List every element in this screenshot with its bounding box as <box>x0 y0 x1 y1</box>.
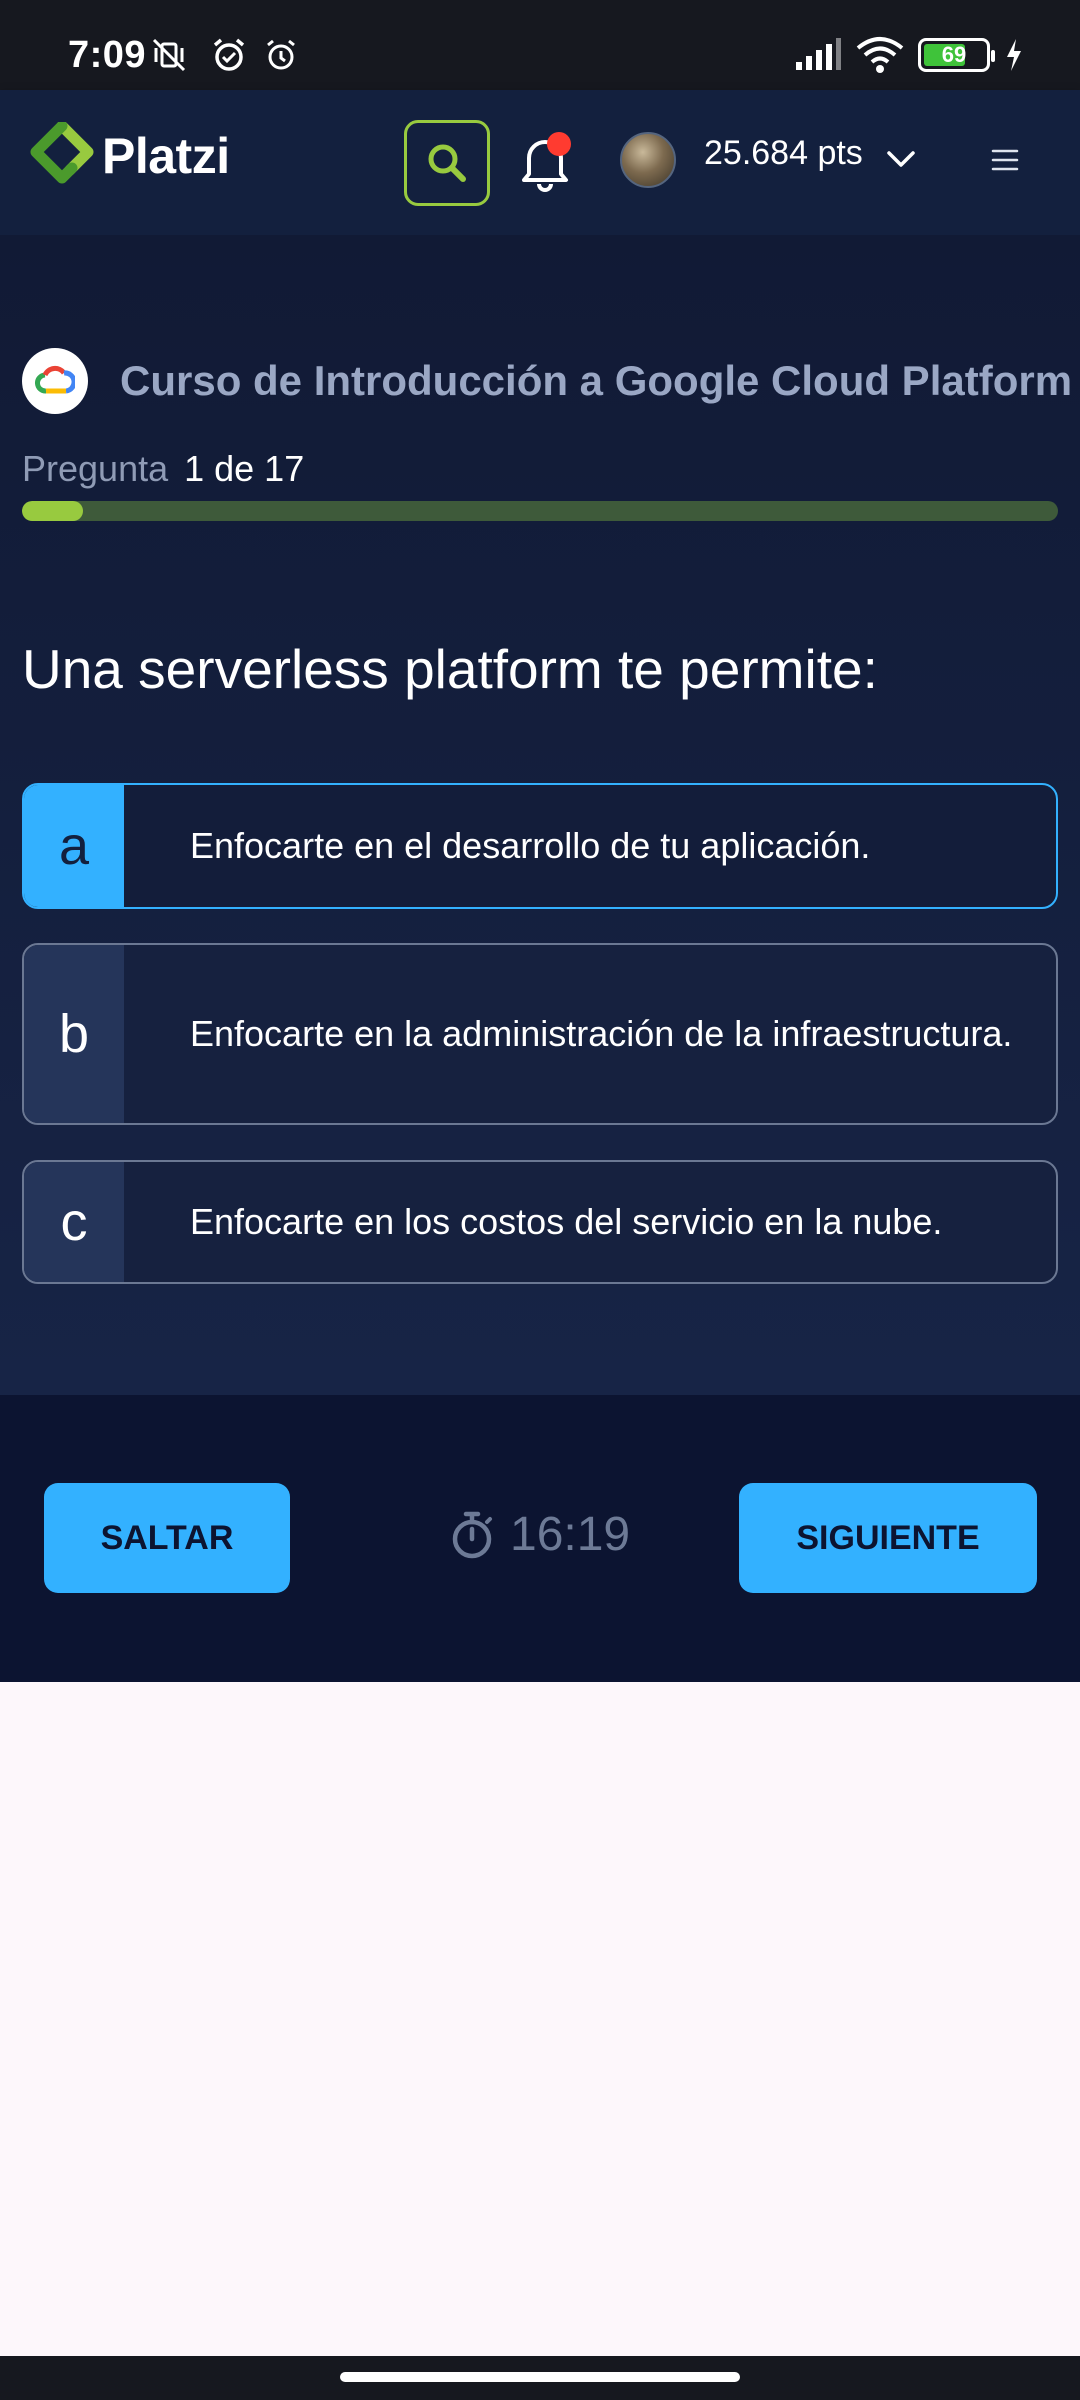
question-text: Una serverless platform te permite: <box>22 638 878 700</box>
google-cloud-icon <box>22 348 88 414</box>
progress-bar <box>22 501 1058 521</box>
option-text: Enfocarte en los costos del servicio en … <box>190 1201 943 1242</box>
status-indicators: 69 <box>794 36 1024 74</box>
status-bar: 7:09 69 <box>0 0 1080 90</box>
option-letter: a <box>24 785 124 907</box>
signal-icon <box>796 38 841 70</box>
alarm-icon <box>213 38 245 71</box>
quiz-footer: SALTAR 16:19 SIGUIENTE <box>0 1395 1080 1682</box>
battery-level: 69 <box>941 42 967 67</box>
course-header: Curso de Introducción a Google Cloud Pla… <box>22 348 1072 414</box>
logo-text: Platzi <box>102 128 230 184</box>
progress-counter: 1 de 17 <box>184 448 305 489</box>
stopwatch-icon <box>452 1511 492 1558</box>
answer-option-a[interactable]: a Enfocarte en el desarrollo de tu aplic… <box>22 783 1058 909</box>
status-time: 7:09 <box>68 34 147 76</box>
alarm-icon <box>267 39 295 70</box>
bell-icon[interactable] <box>515 130 575 194</box>
home-indicator[interactable] <box>340 2372 740 2382</box>
points-display[interactable]: 25.684 pts <box>704 134 863 173</box>
progress-label: Pregunta 1 de 17 <box>22 448 304 490</box>
progress-label-text: Pregunta <box>22 448 169 489</box>
search-icon <box>428 144 466 182</box>
menu-icon[interactable] <box>990 146 1020 174</box>
answer-option-b[interactable]: b Enfocarte en la administración de la i… <box>22 943 1058 1125</box>
screen: 7:09 69 Platzi 25.684 pts Curso de Intro… <box>0 0 1080 2400</box>
wifi-icon <box>856 37 904 73</box>
next-button[interactable]: SIGUIENTE <box>739 1483 1037 1593</box>
quiz-panel: Curso de Introducción a Google Cloud Pla… <box>0 235 1080 1395</box>
skip-button[interactable]: SALTAR <box>44 1483 290 1593</box>
course-title: Curso de Introducción a Google Cloud Pla… <box>120 357 1073 404</box>
option-letter: c <box>24 1162 124 1282</box>
platzi-logo[interactable]: Platzi <box>30 122 230 190</box>
progress-bar-fill <box>22 501 84 521</box>
platzi-logo-icon <box>30 122 94 184</box>
option-text: Enfocarte en la administración de la inf… <box>190 1013 1013 1054</box>
answer-option-c[interactable]: c Enfocarte en los costos del servicio e… <box>22 1160 1058 1284</box>
timer: 16:19 <box>450 1507 630 1562</box>
charging-icon <box>1007 39 1021 71</box>
system-nav-bar <box>0 2356 1080 2400</box>
chevron-down-icon[interactable] <box>884 142 918 176</box>
option-text: Enfocarte en el desarrollo de tu aplicac… <box>190 825 871 866</box>
notification-dot <box>547 132 571 156</box>
battery-icon: 69 <box>918 38 995 72</box>
avatar[interactable] <box>620 132 676 188</box>
option-letter: b <box>24 945 124 1123</box>
timer-text: 16:19 <box>510 1508 631 1561</box>
app-header: Platzi 25.684 pts <box>0 90 1080 235</box>
search-button[interactable] <box>404 120 490 206</box>
vibrate-off-icon <box>152 38 186 72</box>
